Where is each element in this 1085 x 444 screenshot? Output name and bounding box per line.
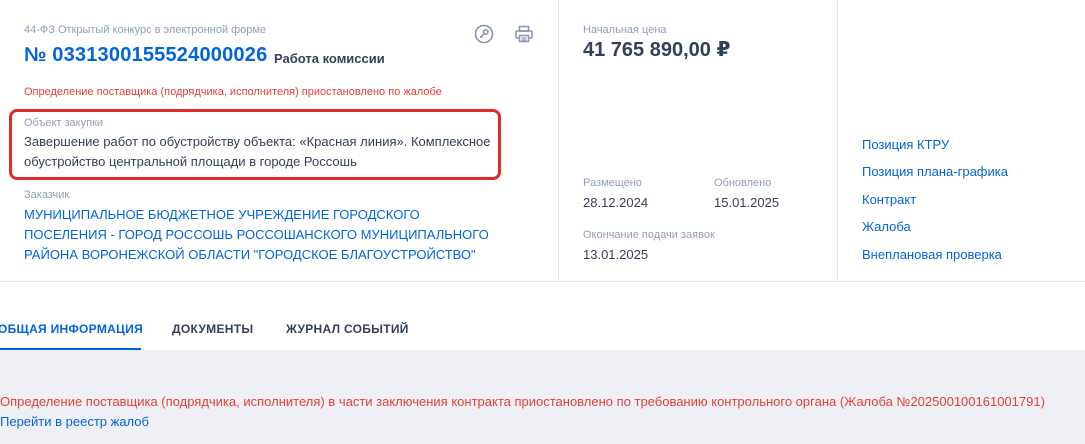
complaint-registry-link[interactable]: Перейти в реестр жалоб: [0, 414, 149, 429]
price-label: Начальная цена: [583, 24, 667, 36]
object-label: Объект закупки: [24, 117, 104, 129]
printer-icon[interactable]: [513, 23, 535, 45]
deadline-label: Окончание подачи заявок: [583, 229, 715, 241]
key-circle-icon[interactable]: [473, 23, 495, 45]
law-type: 44-ФЗ Открытый конкурс в электронной фор…: [24, 24, 267, 36]
posted-label: Размещено: [583, 177, 642, 189]
plan-schedule-position-link[interactable]: Позиция плана-графика: [862, 164, 1008, 179]
suspension-note: Определение поставщика (подрядчика, испо…: [24, 86, 442, 98]
column-divider: [558, 0, 559, 281]
initial-price: 41 765 890,00 ₽: [583, 39, 731, 61]
ktru-position-link[interactable]: Позиция КТРУ: [862, 137, 949, 152]
complaint-link[interactable]: Жалоба: [862, 219, 911, 234]
deadline-date: 13.01.2025: [583, 247, 649, 262]
suspension-notice: Определение поставщика (подрядчика, испо…: [0, 394, 1045, 409]
object-description: Завершение работ по обустройству объекта…: [24, 134, 491, 169]
contract-link[interactable]: Контракт: [862, 192, 916, 207]
column-divider: [837, 0, 838, 281]
tab-documents[interactable]: ДОКУМЕНТЫ: [172, 322, 253, 336]
notice-area: Определение поставщика (подрядчика, испо…: [0, 350, 1085, 444]
tab-event-log[interactable]: ЖУРНАЛ СОБЫТИЙ: [286, 322, 409, 336]
tab-general-info[interactable]: ОБЩАЯ ИНФОРМАЦИЯ: [0, 322, 143, 336]
procurement-stage: Работа комиссии: [274, 51, 385, 66]
purchase-card: 44-ФЗ Открытый конкурс в электронной фор…: [0, 0, 1085, 281]
posted-date: 28.12.2024: [583, 195, 649, 210]
tabs-bar: ОБЩАЯ ИНФОРМАЦИЯ ДОКУМЕНТЫ ЖУРНАЛ СОБЫТИ…: [0, 281, 1085, 351]
unscheduled-inspection-link[interactable]: Внеплановая проверка: [862, 247, 1002, 262]
customer-label: Заказчик: [24, 189, 70, 201]
updated-label: Обновлено: [714, 177, 772, 189]
customer-name-link[interactable]: МУНИЦИПАЛЬНОЕ БЮДЖЕТНОЕ УЧРЕЖДЕНИЕ ГОРОД…: [24, 205, 504, 265]
updated-date: 15.01.2025: [714, 195, 780, 210]
registry-number-link[interactable]: № 0331300155524000026: [24, 44, 267, 67]
